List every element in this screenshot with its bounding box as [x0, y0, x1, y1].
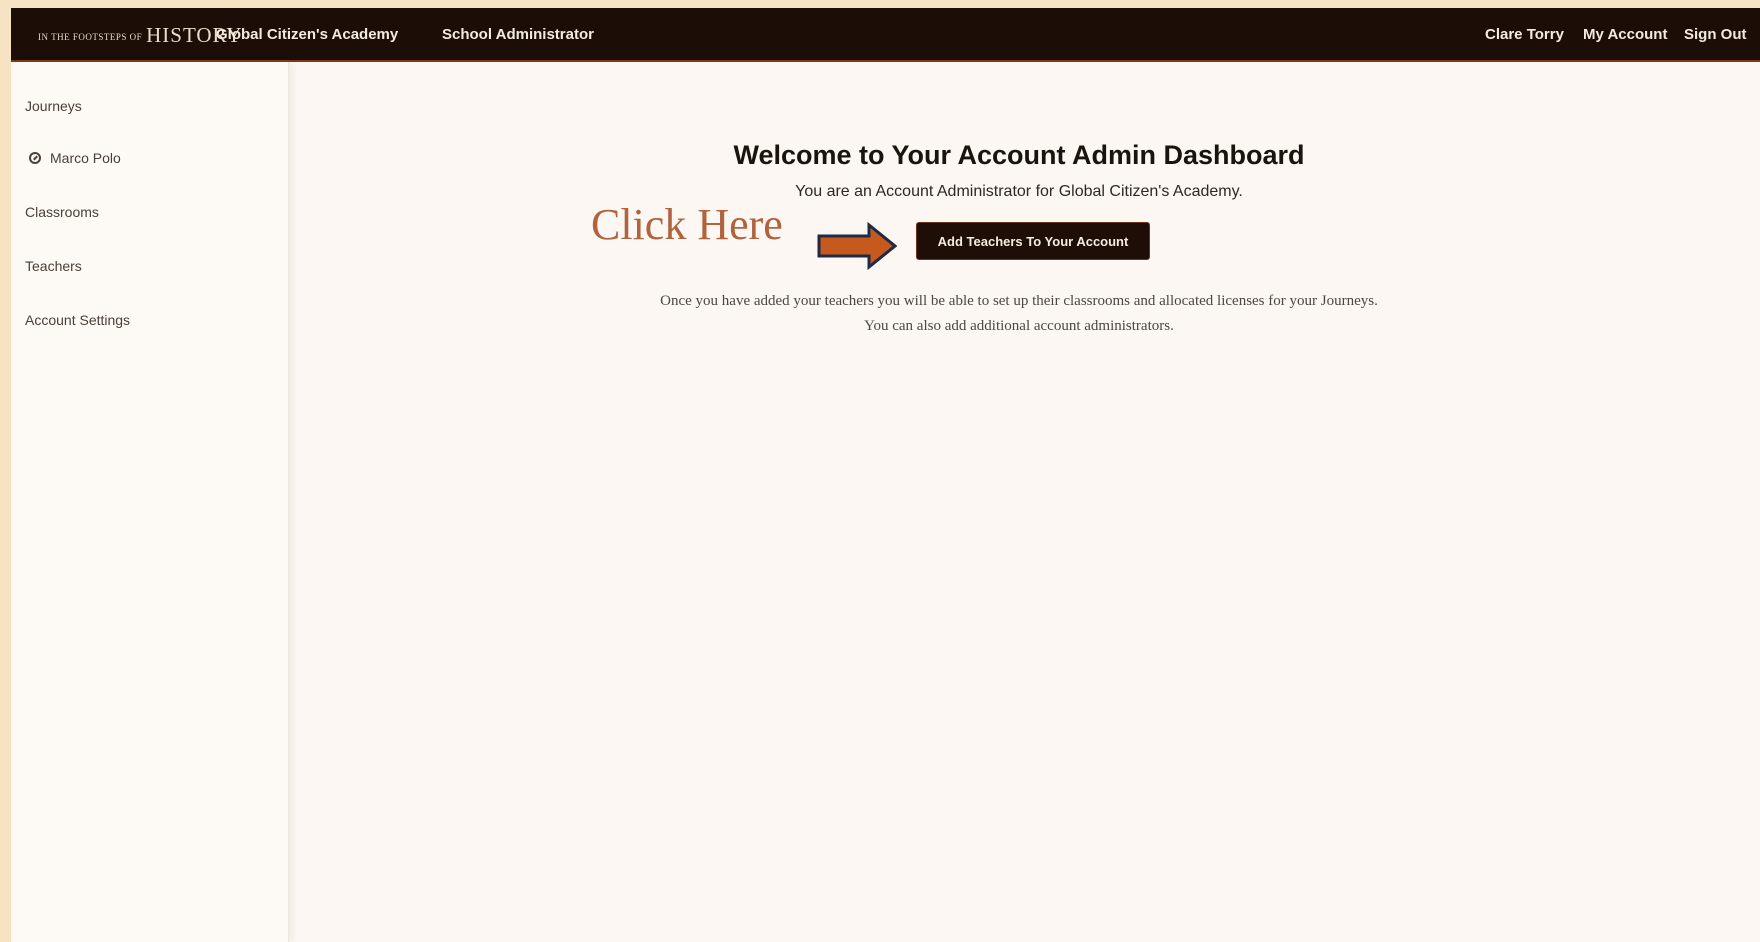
info-text-line-1: Once you have added your teachers you wi… [660, 293, 1378, 309]
sidebar-item-journeys[interactable]: Journeys [25, 98, 82, 114]
compass-icon [29, 152, 41, 164]
sidebar-item-label: Marco Polo [50, 150, 121, 166]
logo-tagline: In The Footsteps Of [38, 32, 143, 42]
top-navigation-bar: In The Footsteps Of History Global Citiz… [11, 8, 1760, 62]
app-window: In The Footsteps Of History Global Citiz… [11, 8, 1760, 942]
page-subtitle: You are an Account Administrator for Glo… [795, 183, 1243, 200]
add-teachers-button[interactable]: Add Teachers To Your Account [916, 222, 1150, 260]
site-logo[interactable]: In The Footsteps Of History [38, 23, 243, 48]
page-title: Welcome to Your Account Admin Dashboard [733, 140, 1305, 170]
arrow-right-icon [817, 222, 897, 270]
role-link[interactable]: School Administrator [442, 26, 594, 43]
sidebar-item-account-settings[interactable]: Account Settings [25, 312, 130, 328]
sidebar: Journeys Marco Polo Classrooms Teachers … [11, 62, 289, 942]
main-content: Welcome to Your Account Admin Dashboard … [288, 62, 1760, 942]
my-account-link[interactable]: My Account [1583, 26, 1667, 43]
click-here-callout: Click Here [591, 200, 783, 249]
sidebar-item-classrooms[interactable]: Classrooms [25, 204, 99, 220]
org-name-link[interactable]: Global Citizen's Academy [216, 26, 398, 43]
sign-out-link[interactable]: Sign Out [1684, 26, 1747, 43]
info-text-line-2: You can also add additional account admi… [864, 318, 1174, 334]
sidebar-item-marco-polo[interactable]: Marco Polo [29, 150, 121, 166]
sidebar-item-teachers[interactable]: Teachers [25, 258, 82, 274]
user-name-link[interactable]: Clare Torry [1485, 26, 1564, 43]
